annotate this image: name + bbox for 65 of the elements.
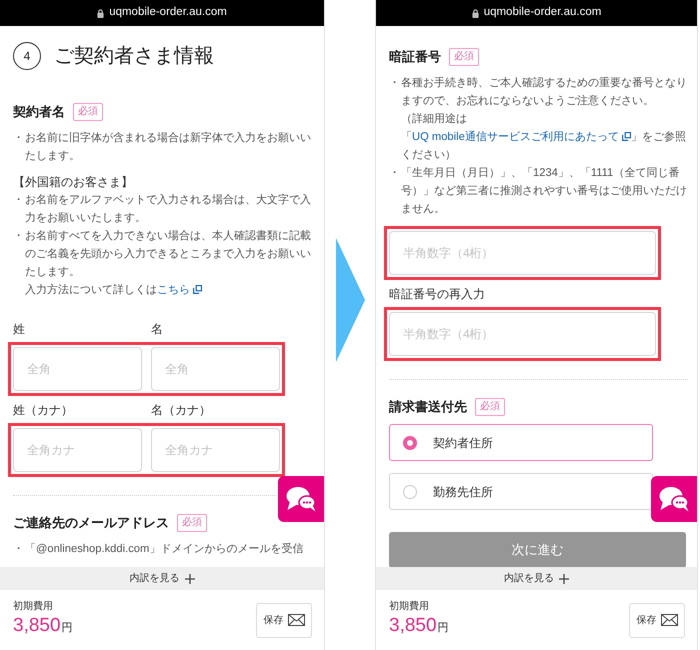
bullet: ・ — [13, 193, 25, 208]
required-badge: 必須 — [449, 48, 479, 66]
url-text: uqmobile-order.au.com — [484, 5, 602, 20]
radio-icon — [403, 484, 417, 498]
text-input[interactable]: 全角 — [151, 347, 280, 391]
external-link-icon — [193, 285, 202, 294]
breakdown-toggle[interactable]: 内訳を見る — [376, 567, 697, 590]
note-text: 「@onlineshop.kddi.com」ドメインからのメールを受信 — [25, 542, 304, 557]
link[interactable]: こちら — [157, 284, 202, 296]
radio-option[interactable]: 勤務先住所 — [389, 473, 653, 510]
fee-label: 初期費用 — [389, 600, 430, 614]
text-input[interactable]: 全角 — [13, 347, 142, 391]
chat-button[interactable] — [278, 476, 324, 522]
chat-button[interactable] — [651, 476, 697, 522]
text-input[interactable]: 半角数字（4桁） — [389, 231, 656, 275]
save-button[interactable]: 保存 — [629, 602, 685, 638]
section-heading: 暗証番号 — [389, 48, 441, 66]
field-label: 姓（カナ） — [13, 402, 73, 418]
price-text: 3,850 円 — [389, 614, 449, 638]
fee-label: 初期費用 — [13, 600, 54, 614]
required-badge: 必須 — [475, 398, 505, 416]
field-label: 暗証番号の再入力 — [389, 286, 485, 302]
bullet: ・ — [389, 76, 401, 91]
text-input[interactable]: 全角カナ — [13, 428, 142, 472]
external-link-icon — [622, 132, 631, 141]
section-heading: 請求書送付先 — [389, 398, 467, 416]
save-button[interactable]: 保存 — [256, 602, 312, 638]
note-text: 「生年月日（月日）」、「1234」、「1111（全て同じ番号）」など第三者に推測されやすい番号はご使用いただけません。 — [401, 166, 688, 217]
radio-icon — [403, 436, 417, 450]
note-text: お名前すべてを入力できない場合は、本人確認書類に記載のご名義を先頭から入力できるところまで入力をお願いいたします。 — [25, 229, 312, 280]
plus-icon — [559, 574, 569, 584]
lock-icon — [97, 8, 104, 18]
field-label: 姓 — [13, 321, 25, 337]
step-number: 4 — [13, 42, 41, 70]
text-input[interactable]: 半角数字（4桁） — [389, 312, 656, 356]
envelope-icon — [660, 614, 678, 626]
bullet: ・ — [13, 131, 25, 146]
required-badge: 必須 — [177, 514, 207, 532]
section-heading: ご連絡先のメールアドレス — [13, 514, 169, 532]
field-label: 名（カナ） — [151, 402, 211, 418]
section-heading: 契約者名 — [13, 103, 65, 121]
radio-option[interactable]: 契約者住所 — [389, 424, 653, 461]
page-title: ご契約者さま情報 — [54, 44, 214, 69]
envelope-icon — [288, 614, 304, 626]
plus-icon — [184, 574, 194, 584]
chat-bubbles-icon — [286, 486, 316, 512]
lock-icon — [472, 8, 479, 18]
required-badge: 必須 — [73, 103, 103, 121]
url-text: uqmobile-order.au.com — [109, 5, 227, 20]
note-text: お名前をアルファベットで入力される場合は、大文字で入力をお願いいたします。 — [25, 192, 312, 226]
breakdown-toggle[interactable]: 内訳を見る — [0, 567, 324, 590]
note-text: （詳細用途は「UQ mobile通信サービスご利用にあたって 」をご参照ください） — [401, 112, 687, 163]
text-input[interactable]: 全角カナ — [151, 428, 280, 472]
price-text: 3,850 円 — [13, 614, 73, 638]
chat-bubbles-icon — [659, 486, 689, 512]
link[interactable]: UQ mobile通信サービスご利用にあたって — [412, 131, 631, 143]
bullet: ・ — [13, 229, 25, 244]
note-text: 各種お手続き時、ご本人確認するための重要な番号となりますので、お忘れにならないようご注意ください。 — [401, 76, 688, 109]
bullet: ・ — [389, 166, 401, 181]
note-text: 入力方法について詳しくはこちら — [25, 281, 315, 299]
field-label: 名 — [151, 321, 163, 337]
note-text: お名前に旧字体が含まれる場合は新字体で入力をお願いいたします。 — [25, 130, 312, 164]
right-arrow-icon — [336, 238, 364, 362]
bullet: ・ — [13, 542, 25, 557]
subheading-text: 【外国籍のお客さま】 — [13, 174, 134, 191]
